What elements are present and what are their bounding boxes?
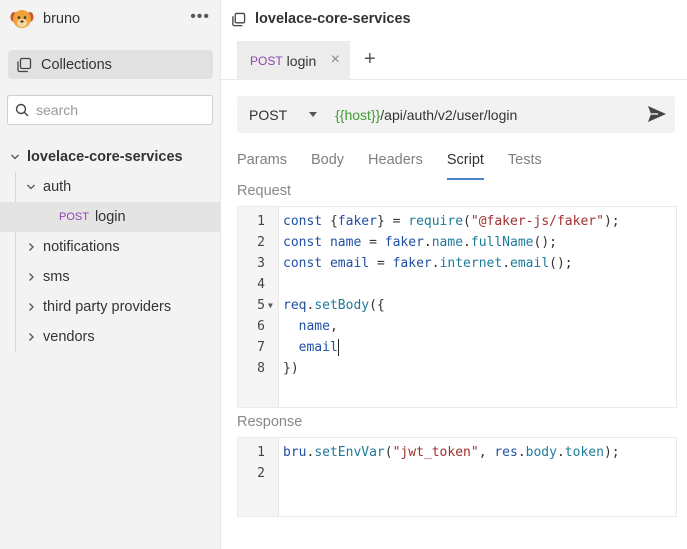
text-cursor <box>337 339 339 356</box>
collections-button[interactable]: Collections <box>8 50 213 79</box>
host-variable: {{host}} <box>335 106 381 123</box>
app-brand: bruno <box>10 8 80 30</box>
tab-method: POST <box>250 53 283 68</box>
folder-item-vendors[interactable]: vendors <box>0 322 221 352</box>
folder-item-auth[interactable]: auth <box>0 172 221 202</box>
request-name: login <box>94 209 126 225</box>
fold-arrow-icon[interactable]: ▼ <box>268 295 273 316</box>
chevron-down-icon <box>10 152 20 162</box>
search-icon <box>15 103 29 117</box>
send-icon[interactable] <box>647 104 667 124</box>
code-line: 4 <box>238 274 678 295</box>
copy-icon <box>232 12 246 26</box>
folder-label: vendors <box>43 329 95 345</box>
line-number: 2 <box>257 235 265 250</box>
response-section-label: Response <box>237 414 303 430</box>
tab-label: login <box>286 52 317 69</box>
chevron-right-icon <box>26 272 36 282</box>
collections-label: Collections <box>41 56 112 73</box>
line-number: 8 <box>257 361 265 376</box>
chevron-right-icon <box>26 302 36 312</box>
line-number: 3 <box>257 256 265 271</box>
tab-login[interactable]: POST login × <box>237 41 350 80</box>
code-line: 1 const {faker} = require("@faker-js/fake… <box>238 211 678 232</box>
line-number: 6 <box>257 319 265 334</box>
code-line: 2 <box>238 463 678 484</box>
search-box <box>7 95 213 125</box>
code-line: 3 const email = faker.internet.email(); <box>238 253 678 274</box>
code-line: 6 name, <box>238 316 678 337</box>
url-path: /api/auth/v2/user/login <box>380 106 518 123</box>
folder-label: notifications <box>43 239 120 255</box>
line-number: 2 <box>257 466 265 481</box>
request-tabbar: POST login × + <box>221 40 687 80</box>
collection-name: lovelace-core-services <box>27 149 183 165</box>
tab-body[interactable]: Body <box>311 152 344 180</box>
collection-item[interactable]: lovelace-core-services <box>0 142 221 172</box>
app-name: bruno <box>43 11 81 27</box>
chevron-down-icon <box>26 182 36 192</box>
url-input[interactable]: {{host}}/api/auth/v2/user/login <box>335 107 517 123</box>
line-number: 5 <box>257 298 265 313</box>
sidebar: bruno ••• Collections lovelace-core-serv… <box>0 0 221 549</box>
line-number: 1 <box>257 445 265 460</box>
url-bar: POST {{host}}/api/auth/v2/user/login <box>237 96 675 133</box>
search-input[interactable] <box>36 102 196 118</box>
line-number: 1 <box>257 214 265 229</box>
response-script-editor[interactable]: 1 bru.setEnvVar("jwt_token", res.body.tok… <box>237 437 677 517</box>
tab-tests[interactable]: Tests <box>508 152 542 180</box>
kebab-menu-icon[interactable]: ••• <box>190 8 210 26</box>
dropdown-caret-icon[interactable] <box>309 112 318 117</box>
page-title: lovelace-core-services <box>255 11 411 27</box>
code-line: 1 bru.setEnvVar("jwt_token", res.body.tok… <box>238 442 678 463</box>
plus-icon[interactable]: + <box>364 48 376 71</box>
code-line: 8}) <box>238 358 678 379</box>
tab-script[interactable]: Script <box>446 152 484 180</box>
folder-label: third party providers <box>43 299 172 315</box>
code-line: 5 ▼ req.setBody({ <box>238 295 678 316</box>
request-item-login[interactable]: POST login <box>0 202 221 232</box>
close-icon[interactable]: × <box>331 51 340 69</box>
folder-item-notifications[interactable]: notifications <box>0 232 221 262</box>
collections-icon <box>17 57 32 72</box>
chevron-right-icon <box>26 242 36 252</box>
folder-item-third-party-providers[interactable]: third party providers <box>0 292 221 322</box>
folder-label: auth <box>43 179 72 195</box>
tab-params[interactable]: Params <box>237 152 287 180</box>
request-script-editor[interactable]: 1 const {faker} = require("@faker-js/fake… <box>237 206 677 408</box>
folder-label: sms <box>43 269 70 285</box>
main-panel: lovelace-core-services POST login × + PO… <box>221 0 687 549</box>
code-line: 7 email <box>238 337 678 358</box>
request-section-label: Request <box>237 183 292 199</box>
line-number: 7 <box>257 340 265 355</box>
tab-headers[interactable]: Headers <box>368 152 423 180</box>
line-number: 4 <box>257 277 265 292</box>
chevron-right-icon <box>26 332 36 342</box>
collection-title: lovelace-core-services <box>231 8 411 30</box>
code-line: 2 const name = faker.name.fullName(); <box>238 232 678 253</box>
bruno-logo-icon <box>10 10 34 28</box>
request-subtabs: Params Body Headers Script Tests <box>237 152 566 180</box>
folder-item-sms[interactable]: sms <box>0 262 221 292</box>
method-select[interactable]: POST <box>249 107 287 123</box>
request-method: POST <box>59 211 89 223</box>
